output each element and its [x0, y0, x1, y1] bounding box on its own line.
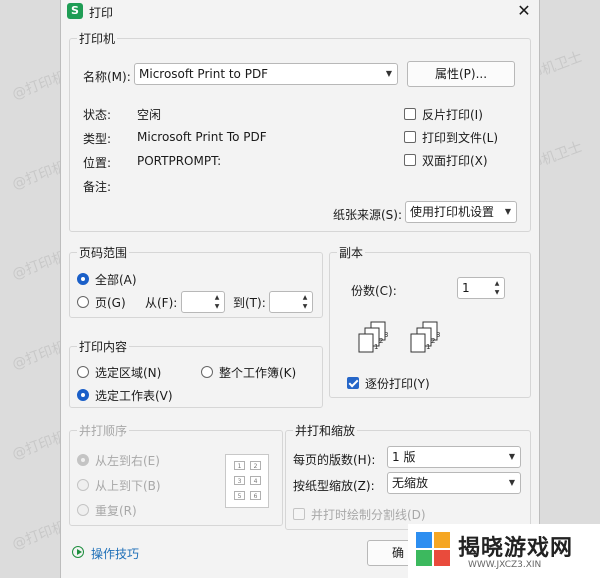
paper-source-value: 使用打印机设置 [410, 205, 495, 219]
logo-text: 揭晓游戏网 [458, 536, 574, 561]
type-value: Microsoft Print To PDF [137, 130, 267, 144]
copies-count-stepper[interactable]: 1 ▲ ▼ [457, 277, 505, 299]
page-order-cell: 5 [234, 491, 245, 500]
page-to-stepper[interactable]: ▲ ▼ [269, 291, 313, 313]
page-to-label: 到(T): [233, 296, 266, 310]
chevron-down-icon: ▼ [504, 207, 511, 216]
page-order-preview: 1 2 3 4 5 6 [225, 454, 269, 508]
properties-button[interactable]: 属性(P)... [407, 61, 515, 87]
selection-radio[interactable] [77, 366, 89, 378]
collate-pages-icon: 1 2 3 [410, 321, 440, 353]
status-value: 空闲 [137, 108, 162, 122]
top-to-bottom-radio[interactable] [77, 479, 89, 491]
reverse-print-checkbox[interactable] [404, 108, 416, 120]
page-order-cell: 6 [250, 491, 261, 500]
page-order-cell: 4 [250, 476, 261, 485]
chevron-up-icon[interactable]: ▲ [212, 293, 222, 302]
svg-text:1: 1 [426, 343, 430, 351]
page-range-pages-radio[interactable] [77, 296, 89, 308]
page-range-pages-label[interactable]: 页(G) [95, 294, 126, 311]
svg-text:3: 3 [384, 331, 388, 339]
print-dialog: S 打印 ✕ 打印机 名称(M): Microsoft Print to PDF… [60, 0, 540, 578]
chevron-down-icon: ▼ [385, 69, 392, 78]
left-to-right-label[interactable]: 从左到右(E) [95, 452, 160, 469]
svg-text:1: 1 [374, 343, 378, 351]
comment-label: 备注: [83, 180, 112, 194]
chevron-down-icon[interactable]: ▼ [492, 288, 502, 297]
collate-checkbox[interactable] [347, 377, 359, 389]
logo-subtext: WWW.JXCZ3.XIN [468, 560, 542, 570]
type-label: 类型: [83, 132, 112, 146]
puzzle-logo-icon [416, 532, 450, 566]
collate-pages-icon: 1 2 3 [358, 321, 388, 353]
print-order-legend: 并打顺序 [77, 422, 130, 439]
chevron-down-icon[interactable]: ▼ [212, 302, 222, 311]
printer-group-legend: 打印机 [77, 30, 118, 47]
page-from-stepper[interactable]: ▲ ▼ [181, 291, 225, 313]
print-to-file-label[interactable]: 打印到文件(L) [422, 129, 498, 146]
svg-text:3: 3 [436, 331, 440, 339]
copies-count-label: 份数(C): [351, 284, 397, 298]
chevron-down-icon: ▼ [508, 452, 515, 461]
combine-scale-legend: 并打和缩放 [293, 422, 358, 439]
repeat-radio[interactable] [77, 504, 89, 516]
collate-label[interactable]: 逐份打印(Y) [365, 375, 430, 392]
page-order-cell: 2 [250, 461, 261, 470]
close-icon[interactable]: ✕ [513, 1, 535, 21]
chevron-up-icon[interactable]: ▲ [300, 293, 310, 302]
status-label: 状态: [83, 108, 112, 122]
tips-link[interactable]: 操作技巧 [91, 545, 139, 562]
copies-legend: 副本 [337, 244, 366, 261]
paper-source-select[interactable]: 使用打印机设置 ▼ [405, 201, 517, 223]
left-to-right-radio[interactable] [77, 454, 89, 466]
scale-label: 按纸型缩放(Z): [293, 479, 375, 493]
selection-label[interactable]: 选定区域(N) [95, 364, 161, 381]
page-range-legend: 页码范围 [77, 244, 130, 261]
repeat-label[interactable]: 重复(R) [95, 502, 137, 519]
location-label: 位置: [83, 156, 112, 170]
pages-per-sheet-value: 1 版 [392, 450, 416, 464]
location-value: PORTPROMPT: [137, 154, 222, 168]
chevron-up-icon[interactable]: ▲ [492, 279, 502, 288]
scale-select[interactable]: 无缩放 ▼ [387, 472, 521, 494]
print-to-file-checkbox[interactable] [404, 131, 416, 143]
copies-count-value: 1 [462, 281, 470, 295]
play-circle-icon[interactable] [72, 546, 84, 558]
printer-name-label: 名称(M): [83, 70, 131, 84]
whole-workbook-label[interactable]: 整个工作簿(K) [219, 364, 296, 381]
title-bar: S 打印 ✕ [61, 0, 539, 24]
print-content-legend: 打印内容 [77, 338, 130, 355]
duplex-label[interactable]: 双面打印(X) [422, 152, 488, 169]
printer-name-select[interactable]: Microsoft Print to PDF ▼ [134, 63, 398, 85]
reverse-print-label[interactable]: 反片打印(I) [422, 106, 483, 123]
draw-lines-checkbox[interactable] [293, 508, 305, 520]
page-order-cell: 1 [234, 461, 245, 470]
page-from-label: 从(F): [145, 296, 178, 310]
pages-per-sheet-select[interactable]: 1 版 ▼ [387, 446, 521, 468]
page-order-cell: 3 [234, 476, 245, 485]
selected-sheets-radio[interactable] [77, 389, 89, 401]
pages-per-sheet-label: 每页的版数(H): [293, 453, 376, 467]
svg-text:2: 2 [431, 337, 435, 345]
scale-value: 无缩放 [392, 476, 429, 490]
app-icon: S [67, 3, 83, 19]
chevron-down-icon: ▼ [508, 478, 515, 487]
paper-source-label: 纸张来源(S): [333, 208, 403, 222]
top-to-bottom-label[interactable]: 从上到下(B) [95, 477, 161, 494]
draw-lines-label[interactable]: 并打时绘制分割线(D) [311, 506, 426, 523]
whole-workbook-radio[interactable] [201, 366, 213, 378]
site-logo: 揭晓游戏网 WWW.JXCZ3.XIN [408, 524, 600, 578]
printer-name-value: Microsoft Print to PDF [139, 67, 269, 81]
dialog-title: 打印 [89, 6, 114, 20]
chevron-down-icon[interactable]: ▼ [300, 302, 310, 311]
duplex-checkbox[interactable] [404, 154, 416, 166]
selected-sheets-label[interactable]: 选定工作表(V) [95, 387, 173, 404]
svg-text:2: 2 [379, 337, 383, 345]
page-range-all-label[interactable]: 全部(A) [95, 271, 137, 288]
page-range-all-radio[interactable] [77, 273, 89, 285]
